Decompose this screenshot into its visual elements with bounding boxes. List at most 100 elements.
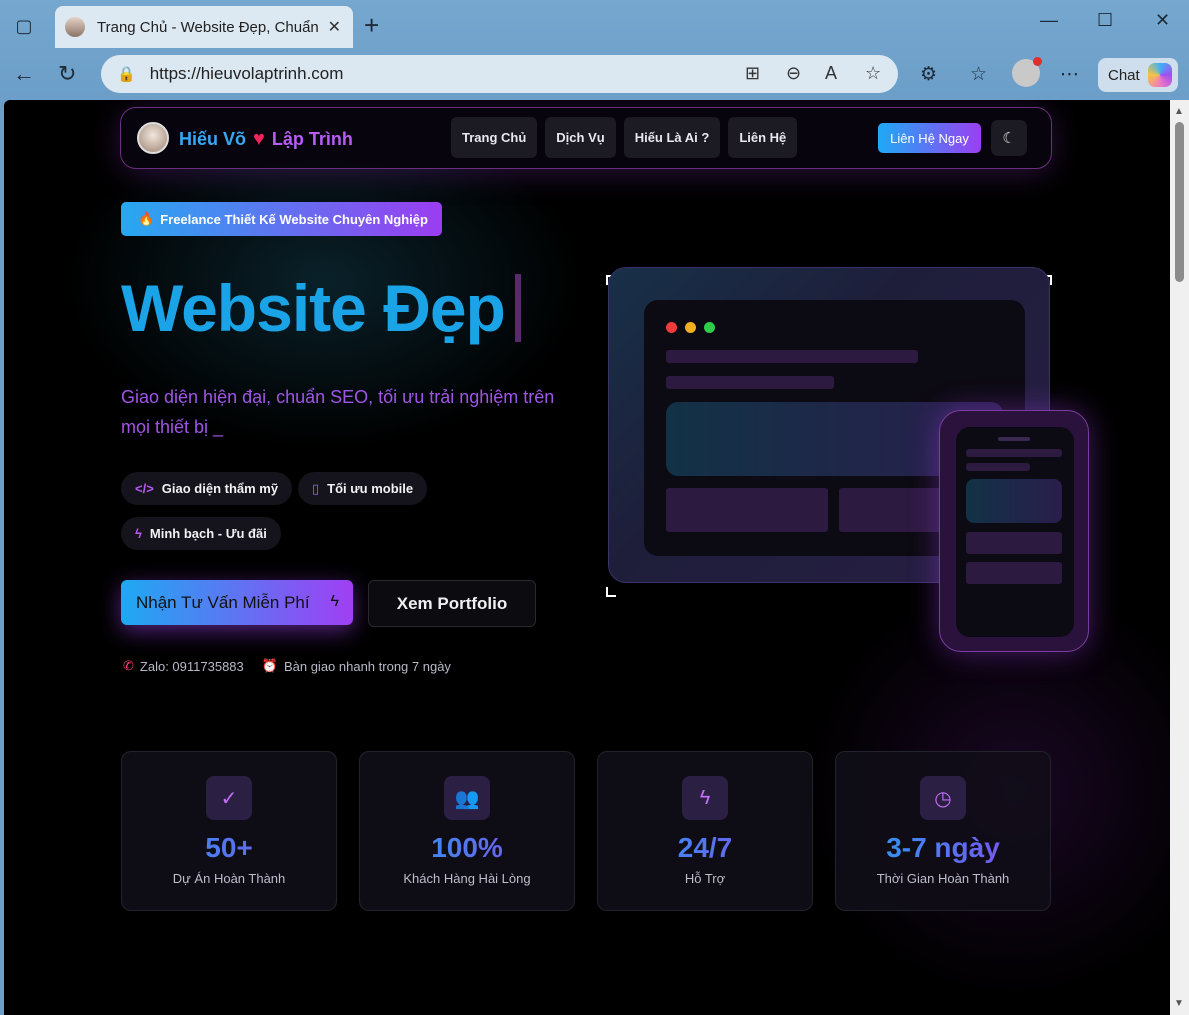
- mockup-bar: [666, 376, 834, 389]
- address-bar[interactable]: 🔒 https://hieuvolaptrinh.com ⊞ ⊖ A ☆: [101, 55, 898, 93]
- fire-icon: 🔥: [138, 211, 155, 226]
- free-consult-button[interactable]: Nhận Tư Vấn Miễn Phí ϟ: [121, 580, 353, 625]
- read-aloud-icon[interactable]: A: [825, 63, 837, 84]
- contact-info: ✆ Zalo: 0911735883 ⏰ Bàn giao nhanh tron…: [123, 658, 451, 674]
- phone-mockup-screen: [956, 427, 1074, 637]
- delivery-text: Bàn giao nhanh trong 7 ngày: [283, 658, 451, 674]
- close-window-icon[interactable]: ✕: [1155, 10, 1170, 31]
- site-brand[interactable]: Hiếu Võ ♥ Lập Trình: [179, 128, 353, 151]
- lightning-icon: ϟ: [682, 776, 728, 820]
- phone-notch: [998, 437, 1030, 441]
- tab-bar: ▢ Trang Chủ - Website Đẹp, Chuẩn SEO ✕ +…: [0, 0, 1189, 50]
- lightning-icon: ϟ: [330, 593, 339, 610]
- mockup-card: [966, 562, 1062, 584]
- brand-suffix: Lập Trình: [271, 129, 353, 149]
- browser-chrome: ▢ Trang Chủ - Website Đẹp, Chuẩn SEO ✕ +…: [0, 0, 1189, 100]
- phone-mockup: [939, 410, 1089, 652]
- stat-label: Khách Hàng Hài Lòng: [403, 871, 531, 886]
- extensions-icon[interactable]: ⚙: [920, 63, 937, 86]
- refresh-icon[interactable]: ↻: [58, 61, 76, 87]
- nav-about[interactable]: Hiếu Là Ai ?: [623, 117, 721, 158]
- mockup-card: [966, 532, 1062, 554]
- nav-contact[interactable]: Liên Hệ: [728, 117, 798, 158]
- hero-illustration: [604, 265, 1094, 655]
- check-circle-icon: ✓: [206, 776, 252, 820]
- hero-badge: 🔥 Freelance Thiết Kế Website Chuyên Nghi…: [121, 202, 442, 236]
- feature-chip-label: Minh bạch - Ưu đãi: [149, 526, 267, 541]
- alarm-clock-icon: ⏰: [261, 658, 278, 673]
- scroll-down-icon[interactable]: ▼: [1174, 998, 1184, 1009]
- heart-icon: ♥: [253, 128, 265, 150]
- stat-card: ◷ 3-7 ngày Thời Gian Hoàn Thành: [835, 751, 1051, 911]
- page-scrollbar[interactable]: ▲ ▼: [1170, 100, 1189, 1015]
- theme-toggle-moon-icon[interactable]: ☾: [991, 120, 1027, 156]
- url-text[interactable]: https://hieuvolaptrinh.com: [150, 64, 344, 84]
- hero-title: Website Đẹp: [121, 270, 521, 346]
- close-tab-icon[interactable]: ✕: [328, 17, 341, 37]
- tab-actions-icon[interactable]: ▢: [13, 15, 35, 37]
- stat-label: Dự Án Hoàn Thành: [172, 871, 286, 886]
- tab-title: Trang Chủ - Website Đẹp, Chuẩn SEO: [97, 18, 322, 36]
- stat-label: Thời Gian Hoàn Thành: [876, 871, 1010, 886]
- new-tab-icon[interactable]: +: [364, 12, 379, 38]
- scroll-up-icon[interactable]: ▲: [1174, 106, 1184, 117]
- window-dot-red: [666, 322, 677, 333]
- stat-card: ✓ 50+ Dự Án Hoàn Thành: [121, 751, 337, 911]
- stat-label: Hỗ Trợ: [684, 871, 726, 886]
- portfolio-button[interactable]: Xem Portfolio: [368, 580, 536, 627]
- maximize-icon[interactable]: ☐: [1097, 10, 1113, 31]
- tab-active[interactable]: Trang Chủ - Website Đẹp, Chuẩn SEO ✕: [55, 6, 353, 48]
- window-dot-yellow: [685, 322, 696, 333]
- free-consult-label: Nhận Tư Vấn Miễn Phí: [136, 592, 310, 612]
- address-row: ← ↻ 🔒 https://hieuvolaptrinh.com ⊞ ⊖ A ☆…: [0, 50, 1189, 100]
- hero-badge-text: Freelance Thiết Kế Website Chuyên Nghiệp: [160, 211, 428, 227]
- site-header: Hiếu Võ ♥ Lập Trình Trang Chủ Dịch Vụ Hi…: [120, 107, 1052, 169]
- mockup-bar: [966, 463, 1030, 471]
- hero-subtitle: Giao diện hiện đại, chuẩn SEO, tối ưu tr…: [121, 387, 555, 437]
- mockup-bar: [666, 350, 918, 363]
- mockup-bar: [966, 449, 1062, 457]
- copilot-icon: [1147, 63, 1172, 87]
- brand-name: Hiếu Võ: [179, 129, 247, 149]
- typing-cursor: [514, 274, 521, 342]
- zoom-out-icon[interactable]: ⊖: [786, 63, 801, 84]
- feature-chip: </> Giao diện thẩm mỹ: [121, 472, 293, 505]
- feature-chip: ϟ Minh bạch - Ưu đãi: [121, 517, 281, 550]
- back-icon[interactable]: ←: [13, 61, 35, 87]
- lock-icon[interactable]: 🔒: [117, 65, 136, 83]
- profile-avatar[interactable]: [1012, 57, 1042, 87]
- contact-now-button[interactable]: Liên Hệ Ngay: [878, 123, 981, 153]
- feature-chip-label: Giao diện thẩm mỹ: [161, 481, 279, 496]
- lightning-icon: ϟ: [135, 526, 142, 541]
- minimize-icon[interactable]: —: [1040, 10, 1058, 31]
- split-screen-icon[interactable]: ⊞: [745, 63, 760, 84]
- feature-chip-label: Tối ưu mobile: [327, 481, 414, 496]
- stat-value: 3-7 ngày: [836, 832, 1050, 864]
- stat-card: ϟ 24/7 Hỗ Trợ: [597, 751, 813, 911]
- code-icon: </>: [135, 481, 154, 496]
- main-nav: Trang Chủ Dịch Vụ Hiếu Là Ai ? Liên Hệ: [451, 117, 798, 158]
- mockup-card: [666, 488, 828, 532]
- mobile-icon: ▯: [312, 480, 320, 496]
- zalo-text[interactable]: Zalo: 0911735883: [140, 659, 244, 674]
- notification-dot: [1033, 57, 1042, 66]
- nav-services[interactable]: Dịch Vụ: [545, 117, 616, 158]
- scrollbar-thumb[interactable]: [1175, 122, 1184, 282]
- stat-value: 100%: [360, 832, 574, 864]
- window-dot-green: [704, 322, 715, 333]
- more-menu-icon[interactable]: ⋯: [1060, 63, 1079, 86]
- feature-chip: ▯ Tối ưu mobile: [298, 472, 428, 505]
- users-icon: 👥: [444, 776, 490, 820]
- mockup-banner: [966, 479, 1062, 523]
- nav-home[interactable]: Trang Chủ: [451, 117, 538, 158]
- logo-avatar[interactable]: [137, 122, 169, 154]
- chat-button[interactable]: Chat: [1098, 58, 1178, 92]
- favorite-star-icon[interactable]: ☆: [865, 63, 881, 84]
- phone-icon: ✆: [123, 658, 134, 673]
- hero-title-text: Website Đẹp: [121, 271, 506, 345]
- clock-icon: ◷: [920, 776, 966, 820]
- frame-corner: [606, 587, 616, 597]
- page-viewport: Hiếu Võ ♥ Lập Trình Trang Chủ Dịch Vụ Hi…: [4, 100, 1170, 1015]
- favorites-icon[interactable]: ☆: [970, 63, 987, 86]
- tab-favicon: [65, 17, 85, 37]
